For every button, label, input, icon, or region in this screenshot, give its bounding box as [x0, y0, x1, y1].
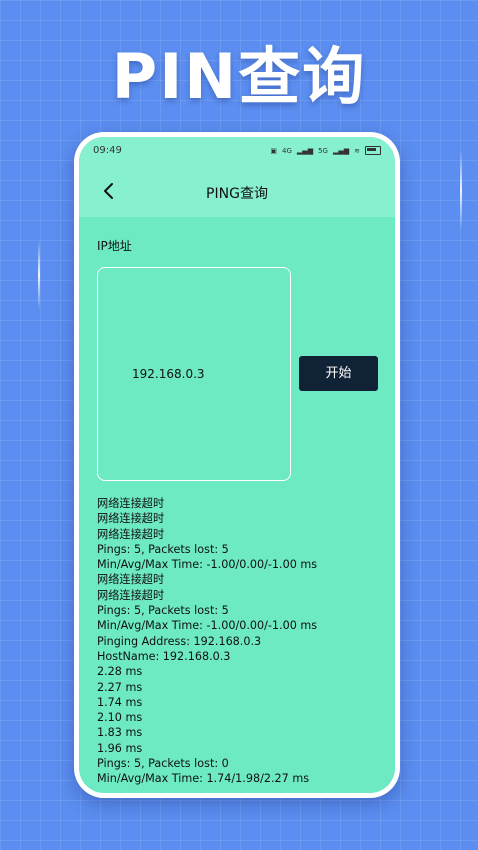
page-title: PING查询: [206, 186, 268, 202]
app-screen: 09:49 ▣ 4G ▂▄▆ 5G ▂▄▆ ≋ PING查询 IP地址 开始 网…: [79, 137, 395, 793]
log-line: Pings: 5, Packets lost: 0: [97, 757, 229, 771]
log-line: Min/Avg/Max Time: 1.74/1.98/2.27 ms: [97, 772, 310, 786]
log-line: Pinging Address: 192.168.0.3: [97, 634, 262, 648]
log-line: 1.96 ms: [97, 741, 143, 755]
log-line: 2.10 ms: [97, 711, 143, 725]
signal-icon: ▂▄▆: [332, 146, 350, 155]
log-line: HostName: 192.168.0.3: [97, 649, 231, 663]
ip-address-input[interactable]: [132, 367, 282, 381]
log-line: 网络连接超时: [97, 497, 165, 510]
log-line: 1.74 ms: [97, 695, 143, 709]
log-line: Min/Avg/Max Time: -1.00/0.00/-1.00 ms: [97, 619, 318, 633]
log-line: 2.27 ms: [97, 680, 143, 694]
log-line: Pings: 5, Packets lost: 5: [97, 542, 229, 556]
hd-icon: ▣: [270, 146, 278, 155]
log-line: 网络连接超时: [97, 573, 165, 587]
status-time: 09:49: [93, 145, 122, 156]
banner-title: PIN查询: [111, 40, 367, 113]
log-line: 网络连接超时: [97, 588, 165, 602]
nav-bar: PING查询: [79, 167, 395, 217]
log-line: 网络连接超时: [97, 527, 165, 541]
log-line: Pings: 5, Packets lost: 5: [97, 604, 229, 618]
status-bar: 09:49 ▣ 4G ▂▄▆ 5G ▂▄▆ ≋: [79, 137, 395, 167]
ip-address-field[interactable]: [97, 267, 291, 481]
log-line: 网络连接超时: [97, 512, 165, 526]
log-line: 1.83 ms: [97, 726, 143, 740]
wifi-icon: ≋: [354, 146, 360, 155]
decorative-streak: [460, 150, 462, 230]
ip-address-label: IP地址: [97, 239, 132, 253]
signal-5g-label: 5G: [318, 146, 328, 155]
battery-icon: [365, 146, 381, 155]
log-line: 2.28 ms: [97, 665, 143, 679]
signal-icon: ▂▄▆: [296, 146, 314, 155]
signal-4g-label: 4G: [282, 146, 292, 155]
decorative-streak: [38, 240, 40, 310]
ping-log: 网络连接超时 网络连接超时 网络连接超时 Pings: 5, Packets lost…: [97, 496, 385, 787]
start-button[interactable]: 开始: [299, 356, 378, 391]
log-line: Min/Avg/Max Time: -1.00/0.00/-1.00 ms: [97, 558, 318, 572]
status-icons: ▣ 4G ▂▄▆ 5G ▂▄▆ ≋: [270, 146, 381, 155]
phone-frame: 09:49 ▣ 4G ▂▄▆ 5G ▂▄▆ ≋ PING查询 IP地址 开始 网…: [74, 132, 400, 798]
